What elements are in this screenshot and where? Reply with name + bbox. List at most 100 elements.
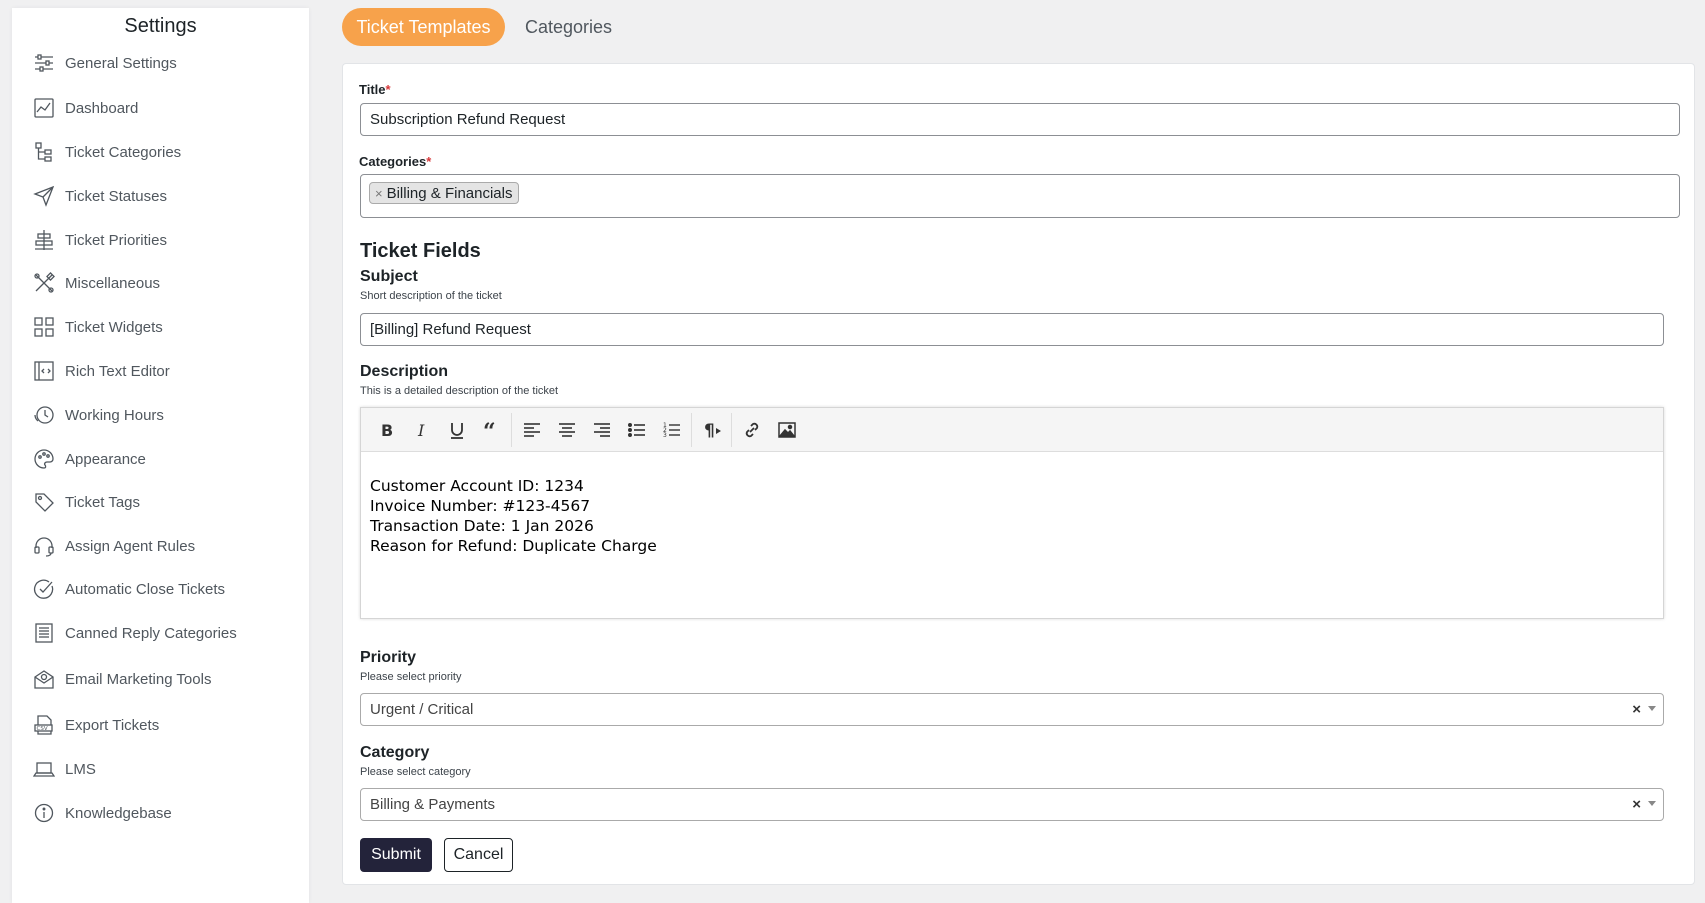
italic-icon[interactable]: I — [404, 413, 439, 447]
tools-icon — [33, 272, 55, 294]
svg-text:¶: ¶ — [704, 421, 715, 440]
sidebar-item-miscellaneous[interactable]: Miscellaneous — [33, 270, 160, 296]
sidebar-item-working-hours[interactable]: Working Hours — [33, 402, 164, 428]
editor-line: Reason for Refund: Duplicate Charge — [370, 537, 657, 555]
sidebar-item-ticket-priorities[interactable]: Ticket Priorities — [33, 227, 167, 253]
description-help: This is a detailed description of the ti… — [360, 385, 559, 397]
tab-categories[interactable]: Categories — [525, 8, 612, 46]
sidebar-item-email-marketing-tools[interactable]: Email Marketing Tools — [33, 666, 211, 692]
numbered-list-icon[interactable]: 123 — [654, 413, 689, 447]
tag-icon — [33, 491, 55, 513]
headset-icon — [33, 535, 55, 557]
toolbar-divider — [511, 412, 512, 447]
svg-text:B: B — [381, 421, 393, 440]
sidebar-item-label: Automatic Close Tickets — [65, 580, 226, 598]
sidebar-item-label: Rich Text Editor — [65, 362, 170, 380]
subject-label: Subject — [360, 268, 418, 285]
paragraph-icon[interactable]: ¶ — [694, 413, 729, 447]
sidebar-item-label: Knowledgebase — [65, 804, 172, 822]
sidebar-item-dashboard[interactable]: Dashboard — [33, 95, 138, 121]
priority-clear-button[interactable]: × — [1632, 701, 1641, 718]
laptop-icon — [33, 758, 55, 780]
priority-help: Please select priority — [360, 671, 462, 683]
sidebar-item-label: Miscellaneous — [65, 274, 161, 292]
sliders-icon — [33, 52, 55, 74]
sidebar-item-lms[interactable]: LMS — [33, 756, 96, 782]
dashboard-chart-icon — [33, 97, 55, 119]
blockquote-icon[interactable]: “ — [474, 413, 509, 447]
submit-button[interactable]: Submit — [360, 838, 432, 872]
categories-label: Categories* — [359, 154, 432, 169]
editor-toolbar: B I “ 123 ¶ — [361, 408, 1663, 452]
sidebar-item-knowledgebase[interactable]: Knowledgebase — [33, 800, 172, 826]
sidebar-item-appearance[interactable]: Appearance — [33, 446, 146, 472]
sidebar-title: Settings — [124, 15, 197, 37]
chevron-down-icon — [1648, 706, 1656, 711]
svg-text:“: “ — [483, 420, 496, 440]
title-label: Title* — [359, 82, 391, 97]
priority-select[interactable]: Urgent / Critical × — [360, 693, 1664, 726]
align-right-icon[interactable] — [584, 413, 619, 447]
editor-content[interactable]: Customer Account ID: 1234 Invoice Number… — [361, 452, 1663, 580]
sidebar-item-general-settings[interactable]: General Settings — [33, 50, 177, 76]
rich-text-editor: B I “ 123 ¶ Customer Account ID: 1234 In… — [360, 407, 1664, 619]
palette-icon — [33, 448, 55, 470]
priority-label: Priority — [360, 649, 417, 666]
sidebar-item-canned-reply-categories[interactable]: Canned Reply Categories — [33, 620, 237, 646]
sidebar-item-ticket-statuses[interactable]: Ticket Statuses — [33, 183, 167, 209]
document-list-icon — [33, 622, 55, 644]
sidebar-item-label: Assign Agent Rules — [65, 537, 196, 555]
sidebar-item-rich-text-editor[interactable]: Rich Text Editor — [33, 358, 170, 384]
category-tag: × Billing & Financials — [369, 182, 520, 204]
info-icon — [33, 802, 55, 824]
sidebar-item-ticket-widgets[interactable]: Ticket Widgets — [33, 314, 163, 340]
editor-line: Invoice Number: #123-4567 — [370, 497, 591, 515]
sidebar-item-label: Ticket Tags — [65, 493, 141, 511]
sidebar-item-label: Email Marketing Tools — [65, 670, 212, 688]
sidebar-item-label: Appearance — [65, 450, 146, 468]
description-label: Description — [360, 363, 449, 380]
ticket-fields-heading: Ticket Fields — [360, 240, 481, 262]
sidebar-item-export-tickets[interactable]: CSV Export Tickets — [33, 712, 159, 738]
sidebar-item-label: Canned Reply Categories — [65, 624, 237, 642]
widgets-icon — [33, 316, 55, 338]
sidebar-item-automatic-close-tickets[interactable]: Automatic Close Tickets — [33, 576, 225, 602]
settings-sidebar: Settings General Settings Dashboard Tick… — [12, 8, 309, 903]
category-clear-button[interactable]: × — [1632, 796, 1641, 813]
link-icon[interactable] — [734, 413, 769, 447]
subject-input[interactable]: [Billing] Refund Request — [360, 313, 1664, 346]
bullet-list-icon[interactable] — [619, 413, 654, 447]
image-icon[interactable] — [769, 413, 804, 447]
toolbar-divider — [731, 412, 732, 447]
sidebar-item-label: Export Tickets — [65, 716, 160, 734]
editor-line: Transaction Date: 1 Jan 2026 — [370, 517, 594, 535]
underline-icon[interactable] — [439, 413, 474, 447]
sidebar-item-label: LMS — [65, 760, 96, 778]
sidebar-item-label: Ticket Widgets — [65, 318, 163, 336]
bold-icon[interactable]: B — [369, 413, 404, 447]
sidebar-item-assign-agent-rules[interactable]: Assign Agent Rules — [33, 533, 195, 559]
category-select[interactable]: Billing & Payments × — [360, 788, 1664, 821]
tag-remove-button[interactable]: × — [375, 186, 383, 201]
check-circle-icon — [33, 578, 55, 600]
title-input[interactable]: Subscription Refund Request — [360, 103, 1680, 136]
sidebar-item-label: Ticket Categories — [65, 143, 182, 161]
ticket-template-form: Title* Subscription Refund Request Categ… — [342, 63, 1695, 885]
sidebar-item-label: Dashboard — [65, 99, 139, 117]
sidebar-item-ticket-categories[interactable]: Ticket Categories — [33, 139, 181, 165]
categories-multiselect[interactable]: × Billing & Financials — [360, 174, 1680, 218]
toolbar-divider — [691, 412, 692, 447]
sidebar-item-ticket-tags[interactable]: Ticket Tags — [33, 489, 140, 515]
category-label: Category — [360, 744, 430, 761]
editor-line: Customer Account ID: 1234 — [370, 477, 584, 495]
code-editor-icon — [33, 360, 55, 382]
cancel-button[interactable]: Cancel — [444, 838, 513, 872]
svg-text:I: I — [417, 421, 425, 440]
align-left-icon[interactable] — [514, 413, 549, 447]
sidebar-item-label: Ticket Statuses — [65, 187, 167, 205]
tab-ticket-templates[interactable]: Ticket Templates — [342, 8, 505, 46]
svg-text:CSV: CSV — [37, 726, 48, 732]
subject-help: Short description of the ticket — [360, 290, 502, 302]
envelope-icon — [33, 668, 55, 690]
align-center-icon[interactable] — [549, 413, 584, 447]
